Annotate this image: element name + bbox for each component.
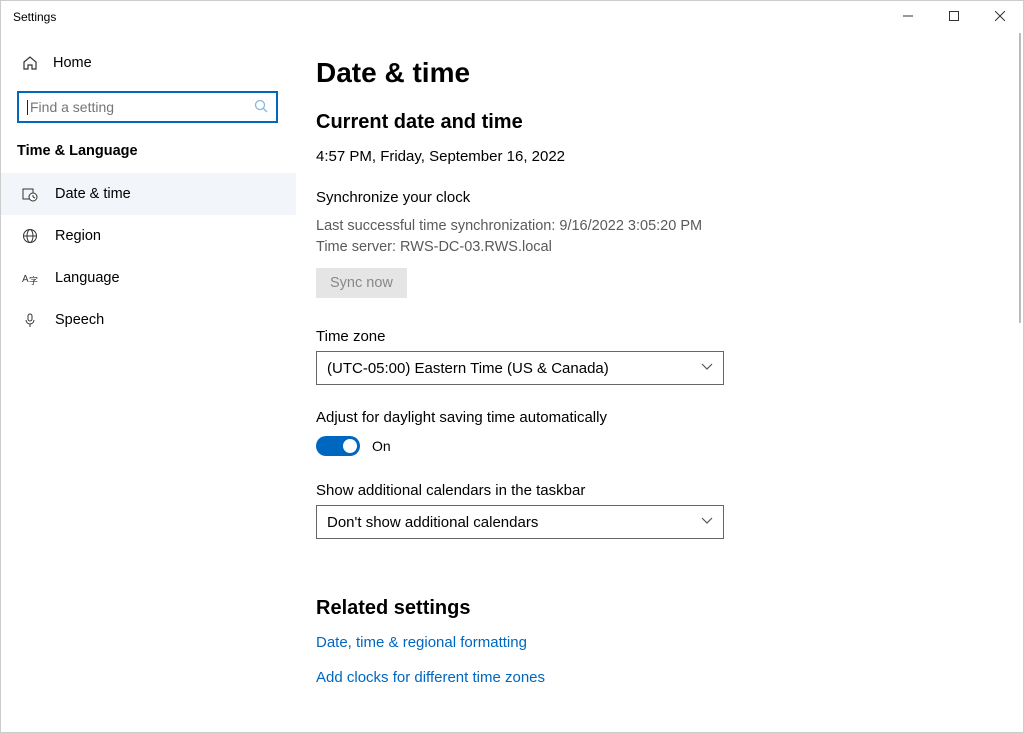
additional-calendars-label: Show additional calendars in the taskbar xyxy=(316,482,983,499)
search-icon xyxy=(254,99,268,116)
sync-server: Time server: RWS-DC-03.RWS.local xyxy=(316,237,983,258)
search-input[interactable] xyxy=(30,99,254,115)
link-date-regional[interactable]: Date, time & regional formatting xyxy=(316,634,983,651)
sync-now-button[interactable]: Sync now xyxy=(316,268,407,298)
minimize-icon xyxy=(903,11,913,21)
maximize-icon xyxy=(949,11,959,21)
timezone-label: Time zone xyxy=(316,328,983,345)
sidebar-section-title: Time & Language xyxy=(17,143,278,159)
microphone-icon xyxy=(21,312,39,328)
current-heading: Current date and time xyxy=(316,111,983,134)
timezone-dropdown[interactable]: (UTC-05:00) Eastern Time (US & Canada) xyxy=(316,351,724,385)
home-icon xyxy=(21,55,39,71)
close-button[interactable] xyxy=(977,1,1023,31)
close-icon xyxy=(995,11,1005,21)
additional-calendars-value: Don't show additional calendars xyxy=(327,514,538,531)
language-icon: A字 xyxy=(21,270,39,286)
related-heading: Related settings xyxy=(316,597,983,620)
window-controls xyxy=(885,1,1023,31)
current-datetime: 4:57 PM, Friday, September 16, 2022 xyxy=(316,148,983,165)
svg-text:A: A xyxy=(22,274,29,285)
chevron-down-icon xyxy=(701,362,713,374)
home-nav[interactable]: Home xyxy=(17,41,278,85)
dst-toggle[interactable] xyxy=(316,436,360,456)
sidebar-item-speech[interactable]: Speech xyxy=(17,299,278,341)
page-title: Date & time xyxy=(316,57,983,89)
sidebar-item-label: Speech xyxy=(55,312,104,328)
link-add-clocks[interactable]: Add clocks for different time zones xyxy=(316,669,983,686)
sidebar-item-region[interactable]: Region xyxy=(17,215,278,257)
home-label: Home xyxy=(53,55,92,71)
sidebar-item-label: Date & time xyxy=(55,186,131,202)
window-title: Settings xyxy=(13,10,56,24)
svg-text:字: 字 xyxy=(29,275,38,286)
sidebar-item-language[interactable]: A字 Language xyxy=(17,257,278,299)
globe-icon xyxy=(21,228,39,244)
text-cursor xyxy=(27,100,28,115)
dst-label: Adjust for daylight saving time automati… xyxy=(316,409,983,426)
dst-state: On xyxy=(372,438,391,454)
main-content: Date & time Current date and time 4:57 P… xyxy=(296,33,1023,732)
scrollbar[interactable] xyxy=(1019,33,1021,323)
titlebar: Settings xyxy=(1,1,1023,33)
minimize-button[interactable] xyxy=(885,1,931,31)
sidebar-item-label: Region xyxy=(55,228,101,244)
additional-calendars-dropdown[interactable]: Don't show additional calendars xyxy=(316,505,724,539)
sidebar-item-date-time[interactable]: Date & time xyxy=(1,173,296,215)
calendar-clock-icon xyxy=(21,186,39,202)
chevron-down-icon xyxy=(701,516,713,528)
search-box[interactable] xyxy=(17,91,278,123)
sync-last: Last successful time synchronization: 9/… xyxy=(316,216,983,237)
timezone-value: (UTC-05:00) Eastern Time (US & Canada) xyxy=(327,360,609,377)
toggle-knob xyxy=(343,439,357,453)
sync-heading: Synchronize your clock xyxy=(316,189,983,206)
sidebar-item-label: Language xyxy=(55,270,120,286)
sidebar: Home Time & Language Date & time xyxy=(1,33,296,732)
maximize-button[interactable] xyxy=(931,1,977,31)
